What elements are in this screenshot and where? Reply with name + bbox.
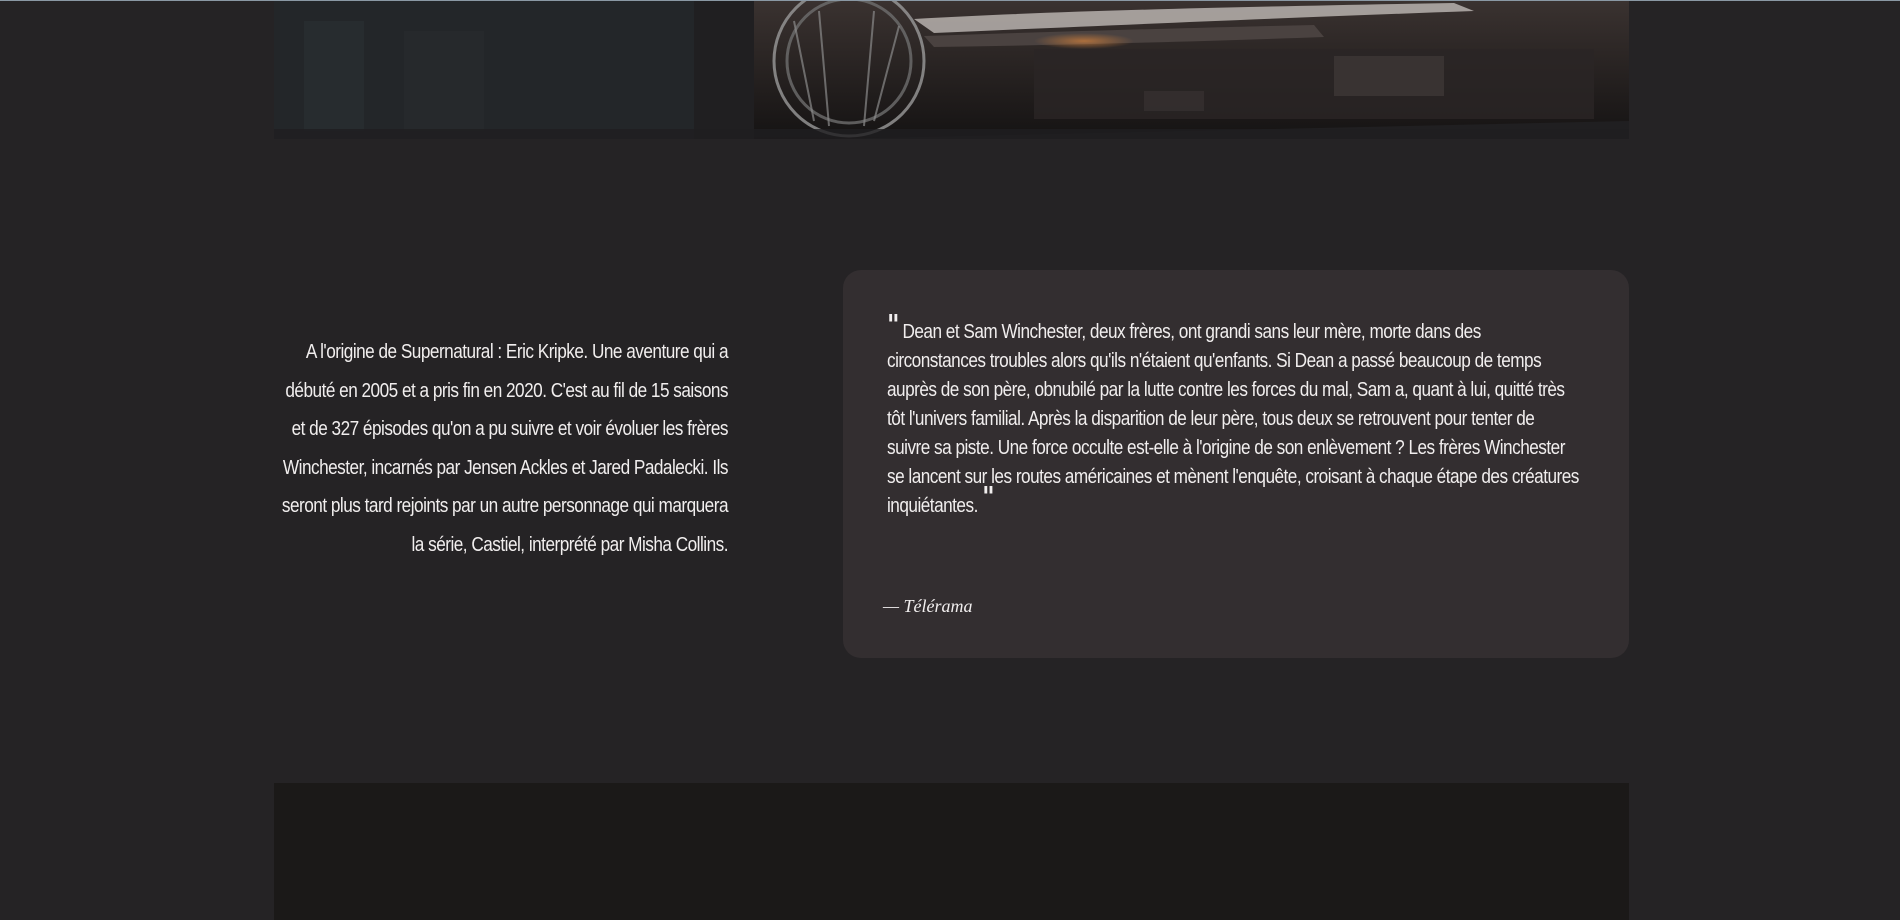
- intro-section: A l'origine de Supernatural : Eric Kripk…: [200, 333, 730, 564]
- hero-image: [274, 1, 1629, 139]
- quote-attribution: — Télérama: [883, 596, 973, 616]
- bottom-media-block: [274, 783, 1629, 920]
- quote-card: " Dean et Sam Winchester, deux frères, on…: [843, 270, 1629, 658]
- quote-block: " Dean et Sam Winchester, deux frères, on…: [887, 311, 1580, 521]
- open-quote-icon: ": [887, 308, 900, 341]
- close-quote-icon: ": [982, 480, 995, 513]
- car-photo: [274, 1, 1629, 139]
- intro-paragraph: A l'origine de Supernatural : Eric Kripk…: [281, 341, 729, 556]
